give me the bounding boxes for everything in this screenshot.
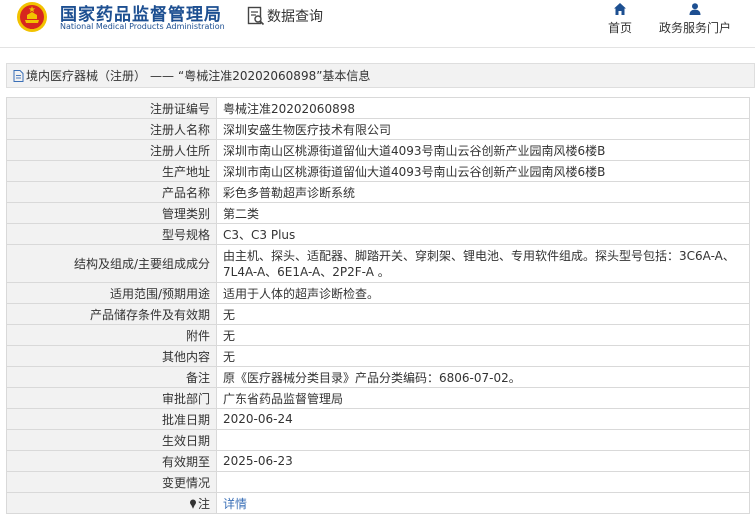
table-row: 产品储存条件及有效期 无: [6, 303, 750, 325]
field-label: 注册人名称: [6, 118, 217, 140]
breadcrumb-separator: ——: [150, 68, 175, 83]
field-value: 适用于人体的超声诊断检查。: [216, 282, 750, 304]
breadcrumb: 境内医疗器械（注册） —— “粤械注准20202060898”基本信息: [6, 63, 755, 88]
field-label: 有效期至: [6, 450, 217, 472]
nav-service-portal[interactable]: 政务服务门户: [659, 2, 731, 36]
details-link[interactable]: 详情: [216, 492, 750, 514]
field-label: 型号规格: [6, 223, 217, 245]
table-row: 附件 无: [6, 324, 750, 346]
breadcrumb-current: “粤械注准20202060898”基本信息: [178, 69, 371, 83]
table-row: 管理类别 第二类: [6, 202, 750, 224]
table-row: 型号规格 C3、C3 Plus: [6, 223, 750, 245]
site-subtitle: National Medical Products Administration: [60, 22, 225, 31]
home-icon: [614, 3, 626, 15]
table-row: 产品名称 彩色多普勒超声诊断系统: [6, 181, 750, 203]
field-value: 第二类: [216, 202, 750, 224]
field-label: 注: [197, 496, 210, 511]
data-query-label: 数据查询: [267, 9, 323, 25]
table-row: 结构及组成/主要组成成分 由主机、探头、适配器、脚踏开关、穿刺架、锂电池、专用软…: [6, 244, 750, 283]
field-label: 管理类别: [6, 202, 217, 224]
data-query-link[interactable]: 数据查询: [247, 5, 323, 27]
table-row: 生产地址 深圳市南山区桃源街道留仙大道4093号南山云谷创新产业园南风楼6楼B: [6, 160, 750, 182]
field-value: 深圳安盛生物医疗技术有限公司: [216, 118, 750, 140]
field-label: 其他内容: [6, 345, 217, 367]
field-value: 无: [216, 345, 750, 367]
field-label: 产品储存条件及有效期: [6, 303, 217, 325]
field-label: 注册人住所: [6, 139, 217, 161]
national-emblem-icon: [17, 2, 47, 32]
field-value: 粤械注准20202060898: [216, 97, 750, 119]
field-value: [216, 429, 750, 451]
field-value: 深圳市南山区桃源街道留仙大道4093号南山云谷创新产业园南风楼6楼B: [216, 139, 750, 161]
site-header: 国家药品监督管理局 National Medical Products Admi…: [0, 0, 755, 48]
table-row: 批准日期 2020-06-24: [6, 408, 750, 430]
table-row: 其他内容 无: [6, 345, 750, 367]
breadcrumb-section-link[interactable]: 境内医疗器械（注册）: [26, 67, 146, 84]
field-value: 由主机、探头、适配器、脚踏开关、穿刺架、锂电池、专用软件组成。探头型号包括：3C…: [216, 244, 750, 283]
field-label: 附件: [6, 324, 217, 346]
field-value: 无: [216, 303, 750, 325]
nav-service-portal-label: 政务服务门户: [659, 21, 732, 35]
field-value: 原《医疗器械分类目录》产品分类编码：6806-07-02。: [216, 366, 750, 388]
field-label: 生产地址: [6, 160, 217, 182]
table-row: 备注 原《医疗器械分类目录》产品分类编码：6806-07-02。: [6, 366, 750, 388]
table-row: 注册人名称 深圳安盛生物医疗技术有限公司: [6, 118, 750, 140]
table-row: 生效日期: [6, 429, 750, 451]
field-label: 产品名称: [6, 181, 217, 203]
field-value: 深圳市南山区桃源街道留仙大道4093号南山云谷创新产业园南风楼6楼B: [216, 160, 750, 182]
table-row: 注册人住所 深圳市南山区桃源街道留仙大道4093号南山云谷创新产业园南风楼6楼B: [6, 139, 750, 161]
field-value: 无: [216, 324, 750, 346]
table-row: 注 详情: [6, 492, 750, 514]
table-row: 变更情况: [6, 471, 750, 493]
pin-icon: [189, 499, 196, 509]
table-row: 审批部门 广东省药品监督管理局: [6, 387, 750, 409]
field-value: 2025-06-23: [216, 450, 750, 472]
user-icon: [689, 3, 701, 15]
field-label: 生效日期: [6, 429, 217, 451]
document-icon: [13, 69, 24, 82]
field-label: 适用范围/预期用途: [6, 282, 217, 304]
field-value: [216, 471, 750, 493]
field-label: 审批部门: [6, 387, 217, 409]
field-label: 备注: [6, 366, 217, 388]
table-row: 适用范围/预期用途 适用于人体的超声诊断检查。: [6, 282, 750, 304]
document-search-icon: [247, 6, 265, 26]
field-value: 彩色多普勒超声诊断系统: [216, 181, 750, 203]
nav-home[interactable]: 首页: [608, 2, 632, 36]
table-row: 有效期至 2025-06-23: [6, 450, 750, 472]
field-label: 注册证编号: [6, 97, 217, 119]
field-label: 变更情况: [6, 471, 217, 493]
field-label: 批准日期: [6, 408, 217, 430]
field-value: 广东省药品监督管理局: [216, 387, 750, 409]
registration-detail-table: 注册证编号 粤械注准20202060898 注册人名称 深圳安盛生物医疗技术有限…: [6, 97, 750, 514]
table-row: 注册证编号 粤械注准20202060898: [6, 97, 750, 119]
field-label: 结构及组成/主要组成成分: [6, 244, 217, 283]
nav-home-label: 首页: [608, 21, 633, 35]
field-value: C3、C3 Plus: [216, 223, 750, 245]
note-label-cell: 注: [6, 492, 217, 514]
field-value: 2020-06-24: [216, 408, 750, 430]
